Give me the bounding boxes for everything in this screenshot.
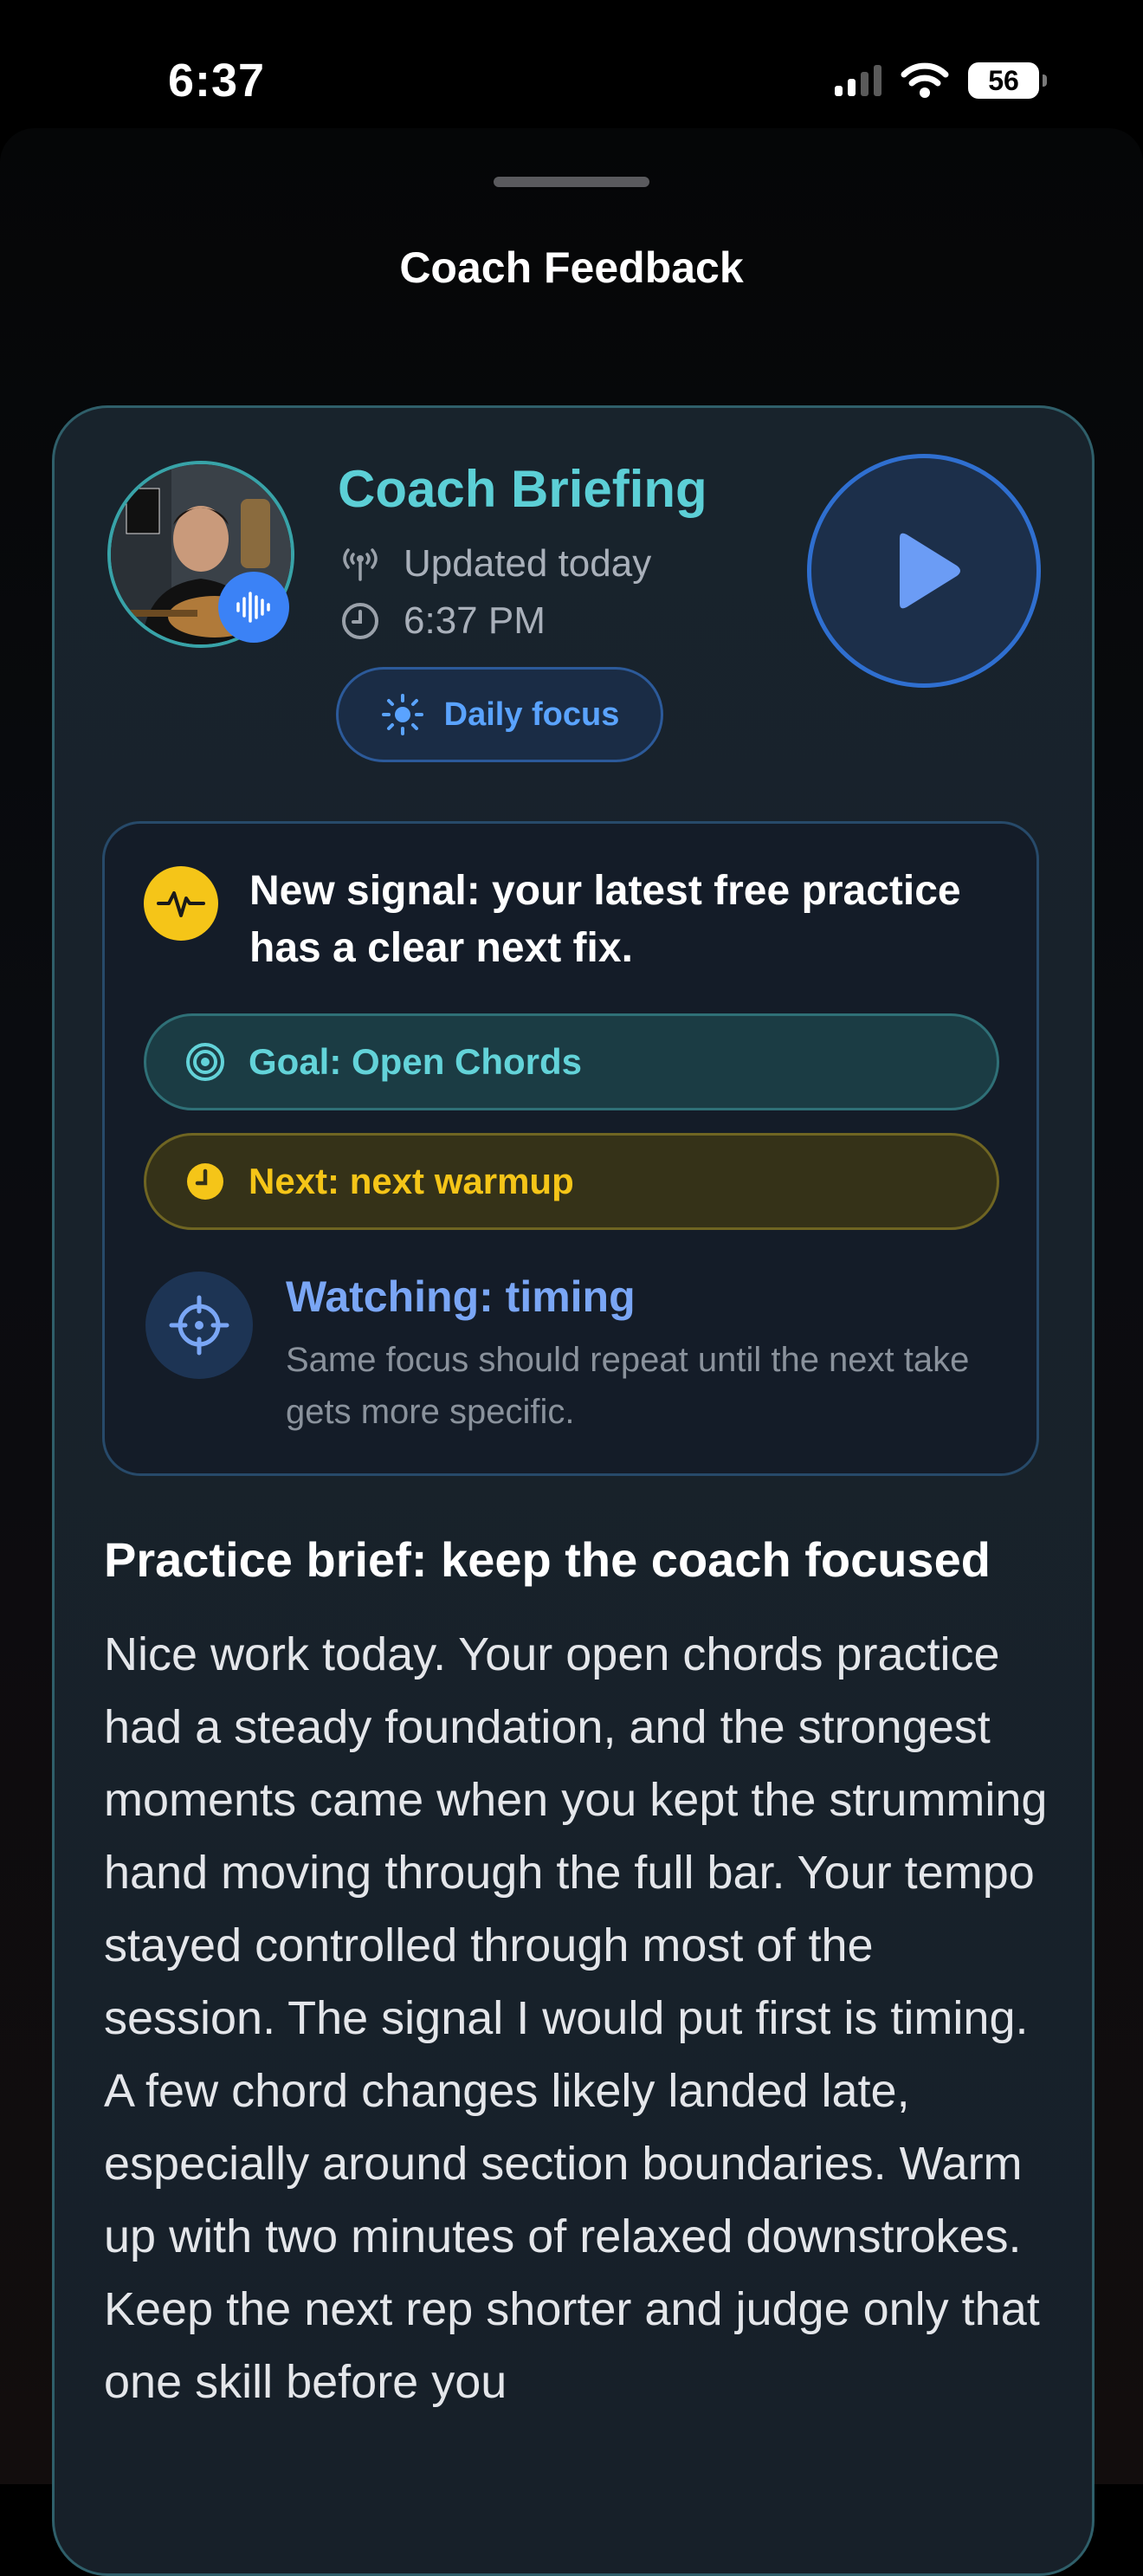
sheet-title: Coach Feedback [399, 243, 744, 292]
time-row: 6:37 PM [339, 599, 546, 643]
watching-title: Watching: timing [286, 1272, 636, 1321]
practice-brief-title: Practice brief: keep the coach focused [104, 1532, 991, 1587]
status-icons: 56 [835, 62, 1047, 99]
sheet-grabber[interactable] [494, 177, 649, 187]
goal-label: Goal: Open Chords [249, 1041, 583, 1082]
watching-description: Same focus should repeat until the next … [286, 1341, 970, 1431]
next-label: Next: next warmup [249, 1161, 574, 1201]
clock-icon [342, 603, 378, 639]
daily-focus-chip[interactable]: Daily focus [336, 667, 663, 762]
broadcast-icon [343, 548, 378, 581]
daily-focus-label: Daily focus [443, 696, 620, 733]
voice-wave-icon [218, 572, 289, 643]
pulse-icon [144, 866, 218, 941]
target-icon [186, 1043, 224, 1081]
briefing-title: Coach Briefing [338, 460, 707, 518]
play-icon [900, 533, 960, 609]
signal-text: New signal: your latest free practice ha… [249, 868, 961, 971]
goal-chip[interactable]: Goal: Open Chords [144, 1013, 999, 1110]
play-button[interactable] [807, 454, 1041, 688]
next-chip[interactable]: Next: next warmup [144, 1133, 999, 1230]
updated-row: Updated today [339, 542, 651, 586]
battery-indicator: 56 [968, 62, 1047, 99]
practice-brief-body: Nice work today. Your open chords practi… [104, 1628, 1048, 2408]
briefing-time: 6:37 PM [404, 599, 546, 642]
wifi-icon [901, 62, 949, 98]
crosshair-icon [145, 1272, 253, 1379]
cellular-signal-icon [835, 65, 881, 96]
clock-filled-icon [187, 1163, 223, 1200]
status-time: 6:37 [168, 55, 266, 107]
sun-icon [381, 694, 423, 735]
updated-label: Updated today [404, 542, 652, 585]
